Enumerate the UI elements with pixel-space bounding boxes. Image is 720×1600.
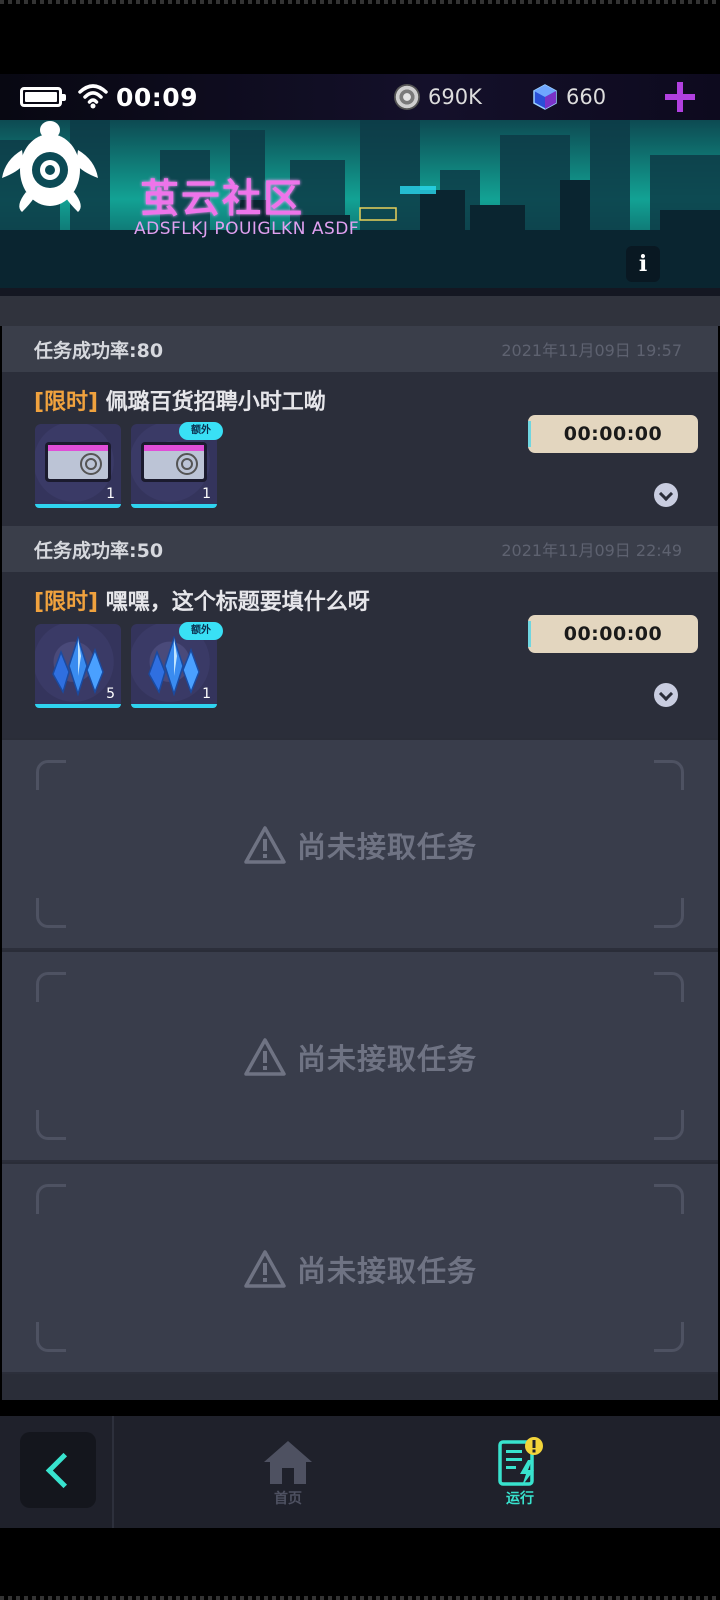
crystal-icon [52,636,104,697]
empty-slot-message: 尚未接取任务 [2,824,718,866]
gem-icon [533,84,557,110]
community-banner: 茧云社区 ADSFLKJ POUIGLKN ASDF i [0,120,720,296]
turtle-logo-icon [2,121,98,212]
task-list: 任务成功率:80 2021年11月09日 19:57 [限时] 佩璐百货招聘小时… [2,326,718,1400]
task-timer: 00:00:00 [528,415,698,453]
task-header: 任务成功率:50 2021年11月09日 22:49 [2,526,718,572]
empty-task-slot[interactable]: 尚未接取任务 [2,740,718,950]
empty-task-slot[interactable]: 尚未接取任务 [2,952,718,1162]
task-header: 任务成功率:80 2021年11月09日 19:57 [2,326,718,372]
empty-slot-text: 尚未接取任务 [296,1042,477,1076]
expand-chevron-icon[interactable] [654,683,678,707]
reward-count: 1 [202,486,211,502]
status-bar: 00:09 690K 660 [0,74,720,120]
extra-badge: 额外 [179,622,223,640]
nav-divider [112,1416,114,1528]
warning-icon [244,1250,286,1288]
extra-badge: 额外 [179,422,223,440]
empty-slot-text: 尚未接取任务 [296,1254,477,1288]
coin-icon [394,84,420,110]
task-success-rate: 任务成功率:50 [34,540,164,562]
nav-run-label: 运行 [506,1491,534,1507]
battery-icon [20,87,66,107]
coin-balance: 690K [428,85,482,109]
bottom-nav: 首页 运行 [0,1416,720,1528]
separator-band [0,296,720,326]
limited-tag: [限时] [34,390,99,415]
task-date: 2021年11月09日 19:57 [501,341,682,360]
task-title: [限时] 佩璐百货招聘小时工呦 [34,384,326,416]
task-success-rate: 任务成功率:80 [34,340,164,362]
expand-chevron-icon[interactable] [654,483,678,507]
task-title-text: 嘿嘿，这个标题要填什么呀 [105,590,370,615]
task-card[interactable]: [限时] 佩璐百货招聘小时工呦 1 额外 1 00:00:00 [2,372,718,538]
task-title-text: 佩璐百货招聘小时工呦 [105,390,326,415]
crystal-icon [148,636,200,697]
task-title: [限时] 嘿嘿，这个标题要填什么呀 [34,584,370,616]
limited-tag: [限时] [34,590,99,615]
empty-slot-text: 尚未接取任务 [296,830,477,864]
wifi-icon [78,84,108,109]
task-card[interactable]: [限时] 嘿嘿，这个标题要填什么呀 5 额外 1 00:00:00 [2,572,718,738]
reward-item[interactable]: 1 [35,424,121,508]
home-icon [264,1441,312,1484]
task-timer: 00:00:00 [528,615,698,653]
empty-task-slot[interactable]: 尚未接取任务 [2,1164,718,1374]
card-icon [45,442,111,482]
task-run-icon [498,1437,543,1486]
gem-balance: 660 [566,85,607,109]
nav-home-label: 首页 [274,1491,302,1507]
info-button[interactable]: i [626,246,660,282]
community-title: 茧云社区 [140,177,305,222]
community-subtitle: ADSFLKJ POUIGLKN ASDF [134,219,360,239]
back-button[interactable] [20,1432,96,1508]
empty-slot-message: 尚未接取任务 [2,1248,718,1290]
reward-count: 1 [106,486,115,502]
reward-count: 5 [106,686,115,702]
task-date: 2021年11月09日 22:49 [501,541,682,560]
nav-run[interactable]: 运行 [488,1436,552,1508]
reward-item[interactable]: 5 [35,624,121,708]
add-currency-button[interactable] [664,82,696,112]
reward-item[interactable]: 额外 1 [131,422,223,508]
card-icon [141,442,207,482]
warning-icon [244,826,286,864]
city-skyline-illustration [0,120,720,296]
device-frame: 00:09 690K 660 茧云社区 ADSFLKJ POUIGLKN ASD… [0,0,720,1600]
reward-item[interactable]: 额外 1 [131,622,223,708]
reward-count: 1 [202,686,211,702]
warning-icon [244,1038,286,1076]
empty-slot-message: 尚未接取任务 [2,1036,718,1078]
clock: 00:09 [116,83,199,112]
nav-home[interactable]: 首页 [256,1438,320,1508]
